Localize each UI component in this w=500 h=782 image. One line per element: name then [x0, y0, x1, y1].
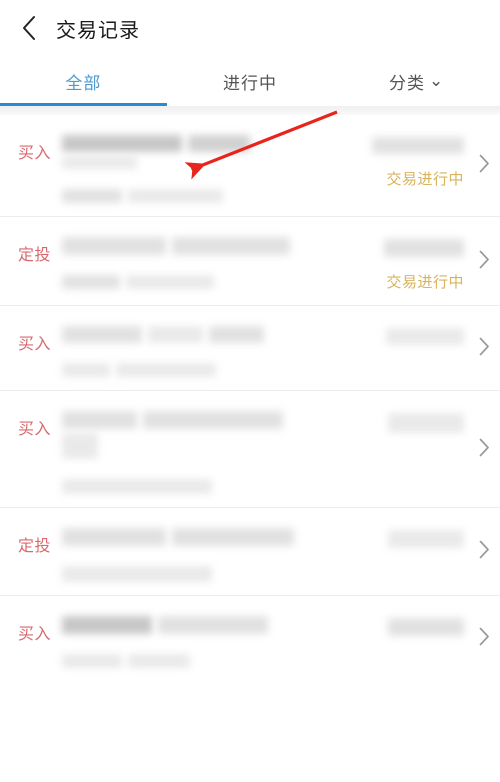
tab-in-progress[interactable]: 进行中 — [167, 56, 334, 106]
row-title-redacted — [62, 135, 330, 152]
table-row[interactable]: 买入 — [0, 306, 500, 391]
redacted-text — [62, 479, 212, 494]
row-content — [62, 522, 338, 582]
tab-all-label: 全部 — [65, 73, 102, 93]
redacted-amount — [388, 618, 464, 636]
tab-bar: 全部 进行中 分类 ⌄ — [0, 56, 500, 106]
redacted-text — [62, 528, 166, 546]
chevron-left-icon — [21, 15, 37, 41]
row-type-label: 定投 — [18, 538, 52, 555]
row-chevron-button[interactable] — [468, 337, 500, 361]
row-title-redacted — [62, 616, 330, 634]
redacted-amount — [372, 137, 464, 154]
redacted-text — [62, 156, 137, 169]
redacted-amount — [386, 328, 464, 345]
row-type-label: 买入 — [18, 336, 52, 353]
redacted-text — [128, 654, 190, 668]
row-title-redacted — [62, 156, 330, 169]
redacted-text — [62, 363, 110, 377]
row-subtitle-redacted — [62, 566, 330, 582]
row-subtitle-redacted — [62, 275, 330, 289]
status-badge: 交易进行中 — [386, 171, 464, 188]
redacted-text — [158, 616, 268, 634]
chevron-down-icon: ⌄ — [429, 71, 445, 90]
row-amount-area — [338, 522, 468, 548]
redacted-amount — [388, 413, 464, 433]
table-row[interactable]: 定投 — [0, 508, 500, 596]
active-tab-underline — [0, 103, 167, 106]
row-subtitle-redacted — [62, 654, 330, 668]
redacted-text — [62, 411, 137, 429]
row-title-redacted — [62, 411, 330, 429]
row-chevron-button[interactable] — [468, 250, 500, 274]
chevron-right-icon — [479, 627, 490, 651]
redacted-text — [62, 237, 166, 255]
redacted-text — [188, 135, 250, 152]
redacted-text — [62, 326, 142, 343]
row-type-label: 买入 — [18, 421, 52, 438]
row-chevron-button[interactable] — [468, 154, 500, 178]
redacted-text — [62, 135, 182, 152]
transaction-list: 买入 交易进行中 定投 交易进行中 买入 买入 定投 买入 — [0, 115, 500, 682]
redacted-text — [116, 363, 216, 377]
row-type-label: 买入 — [18, 145, 52, 162]
table-row[interactable]: 买入 — [0, 596, 500, 682]
row-content — [62, 610, 338, 668]
row-subtitle-redacted — [62, 363, 330, 377]
row-content — [62, 231, 338, 289]
chevron-right-icon — [479, 250, 490, 274]
redacted-amount — [388, 530, 464, 548]
row-chevron-button[interactable] — [468, 438, 500, 462]
row-amount-area: 交易进行中 — [338, 231, 468, 292]
redacted-text — [128, 189, 223, 203]
table-row[interactable]: 买入交易进行中 — [0, 115, 500, 217]
row-amount-area — [338, 320, 468, 345]
row-amount-area: 交易进行中 — [338, 129, 468, 189]
row-type-label: 定投 — [18, 247, 52, 264]
row-amount-area — [338, 610, 468, 636]
redacted-text — [148, 326, 203, 343]
redacted-text — [62, 654, 122, 668]
chevron-right-icon — [479, 154, 490, 178]
table-row[interactable]: 定投交易进行中 — [0, 217, 500, 306]
redacted-text — [172, 528, 294, 546]
row-type-label: 买入 — [18, 626, 52, 643]
redacted-amount — [384, 239, 464, 257]
row-chevron-button[interactable] — [468, 540, 500, 564]
redacted-text — [62, 616, 152, 634]
back-button[interactable] — [14, 13, 44, 43]
chevron-right-icon — [479, 438, 490, 462]
redacted-text — [126, 275, 214, 289]
navbar: 交易记录 — [0, 0, 500, 56]
table-row[interactable]: 买入 — [0, 391, 500, 508]
page-title: 交易记录 — [56, 19, 140, 42]
redacted-text — [62, 433, 98, 459]
redacted-text — [209, 326, 264, 343]
row-subtitle-redacted — [62, 479, 330, 494]
redacted-text — [172, 237, 290, 255]
redacted-text — [143, 411, 283, 429]
redacted-text — [62, 189, 122, 203]
status-badge: 交易进行中 — [386, 274, 464, 291]
redacted-text — [62, 275, 120, 289]
chevron-right-icon — [479, 337, 490, 361]
chevron-right-icon — [479, 540, 490, 564]
tab-category-label: 分类 — [389, 73, 426, 93]
tab-all[interactable]: 全部 — [0, 56, 167, 106]
section-divider — [0, 106, 500, 115]
redacted-text — [62, 566, 212, 582]
row-title-redacted — [62, 326, 330, 343]
row-content — [62, 320, 338, 377]
tab-in-progress-label: 进行中 — [223, 73, 277, 93]
tab-category[interactable]: 分类 ⌄ — [333, 56, 500, 106]
row-title-redacted — [62, 528, 330, 546]
row-subtitle-redacted — [62, 189, 330, 203]
row-title-redacted — [62, 237, 330, 255]
row-chevron-button[interactable] — [468, 627, 500, 651]
row-content — [62, 405, 338, 494]
row-amount-area — [338, 405, 468, 433]
row-title-redacted — [62, 433, 330, 459]
row-content — [62, 129, 338, 203]
